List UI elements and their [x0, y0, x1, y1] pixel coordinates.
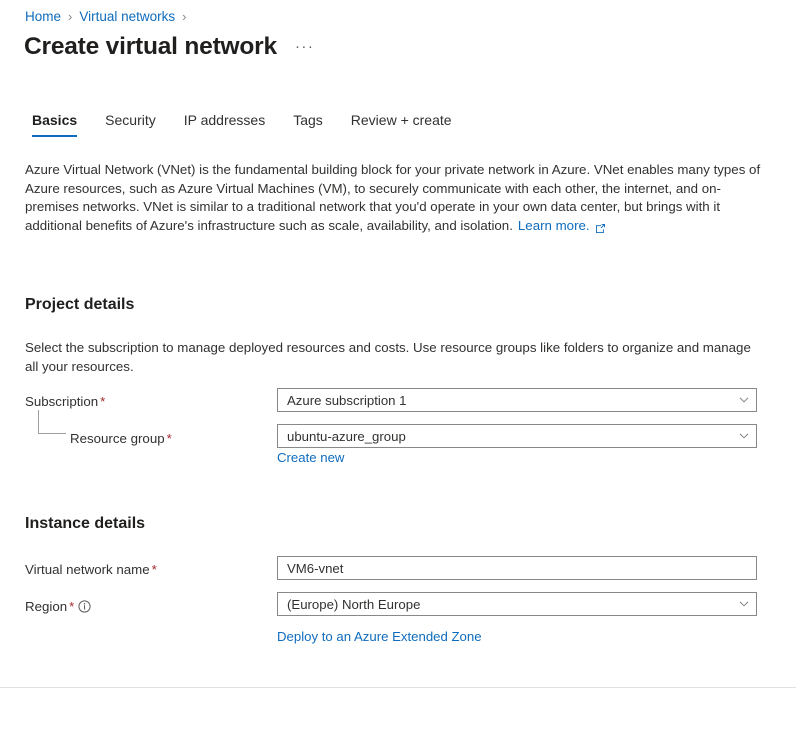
region-label-text: Region	[25, 599, 68, 614]
page-title: Create virtual network	[24, 33, 277, 60]
resource-group-label-text: Resource group	[70, 431, 165, 446]
more-options-icon[interactable]: ···	[295, 38, 315, 55]
resource-group-value: ubuntu-azure_group	[287, 428, 406, 444]
chevron-down-icon	[736, 428, 752, 444]
chevron-down-icon	[736, 596, 752, 612]
tab-bar: Basics Security IP addresses Tags Review…	[18, 112, 466, 137]
tab-review-create[interactable]: Review + create	[337, 112, 466, 137]
hierarchy-connector	[38, 410, 66, 434]
breadcrumb-item-home[interactable]: Home	[25, 9, 61, 24]
subscription-select[interactable]: Azure subscription 1	[277, 388, 757, 412]
subscription-label: Subscription *	[25, 394, 105, 409]
tab-tags[interactable]: Tags	[279, 112, 337, 137]
resource-group-label: Resource group *	[70, 431, 172, 446]
learn-more-link[interactable]: Learn more.	[518, 217, 606, 236]
region-label: Region *	[25, 599, 91, 614]
required-asterisk: *	[100, 394, 106, 409]
virtual-network-name-value: VM6-vnet	[287, 560, 344, 576]
create-virtual-network-page: Home › Virtual networks › Create virtual…	[0, 0, 796, 744]
required-asterisk: *	[151, 562, 157, 577]
region-value: (Europe) North Europe	[287, 596, 421, 612]
breadcrumb: Home › Virtual networks ›	[25, 9, 187, 24]
description-block: Azure Virtual Network (VNet) is the fund…	[25, 161, 765, 235]
tab-basics[interactable]: Basics	[18, 112, 91, 137]
footer-bar: Previous Next Review + create	[0, 688, 796, 744]
info-icon[interactable]	[78, 600, 91, 613]
resource-group-select[interactable]: ubuntu-azure_group	[277, 424, 757, 448]
external-link-icon	[595, 221, 606, 234]
title-row: Create virtual network ···	[24, 33, 314, 61]
tab-ip-addresses[interactable]: IP addresses	[170, 112, 279, 137]
deploy-extended-zone-link[interactable]: Deploy to an Azure Extended Zone	[277, 629, 482, 644]
project-details-heading: Project details	[25, 296, 135, 313]
description-text: Azure Virtual Network (VNet) is the fund…	[25, 162, 761, 233]
virtual-network-name-label-text: Virtual network name	[25, 562, 150, 577]
chevron-right-icon: ›	[68, 9, 73, 24]
region-select[interactable]: (Europe) North Europe	[277, 592, 757, 616]
subscription-label-text: Subscription	[25, 394, 99, 409]
project-details-subtext: Select the subscription to manage deploy…	[25, 340, 751, 374]
instance-details-heading: Instance details	[25, 515, 146, 532]
subscription-value: Azure subscription 1	[287, 392, 407, 408]
learn-more-label: Learn more.	[517, 217, 590, 233]
virtual-network-name-label: Virtual network name *	[25, 562, 157, 577]
create-new-resource-group-link[interactable]: Create new	[277, 450, 344, 465]
tab-security[interactable]: Security	[91, 112, 170, 137]
chevron-right-icon: ›	[182, 9, 187, 24]
chevron-down-icon	[736, 392, 752, 408]
required-asterisk: *	[69, 599, 75, 614]
breadcrumb-item-virtual-networks[interactable]: Virtual networks	[79, 9, 175, 24]
required-asterisk: *	[166, 431, 172, 446]
virtual-network-name-input[interactable]: VM6-vnet	[277, 556, 757, 580]
